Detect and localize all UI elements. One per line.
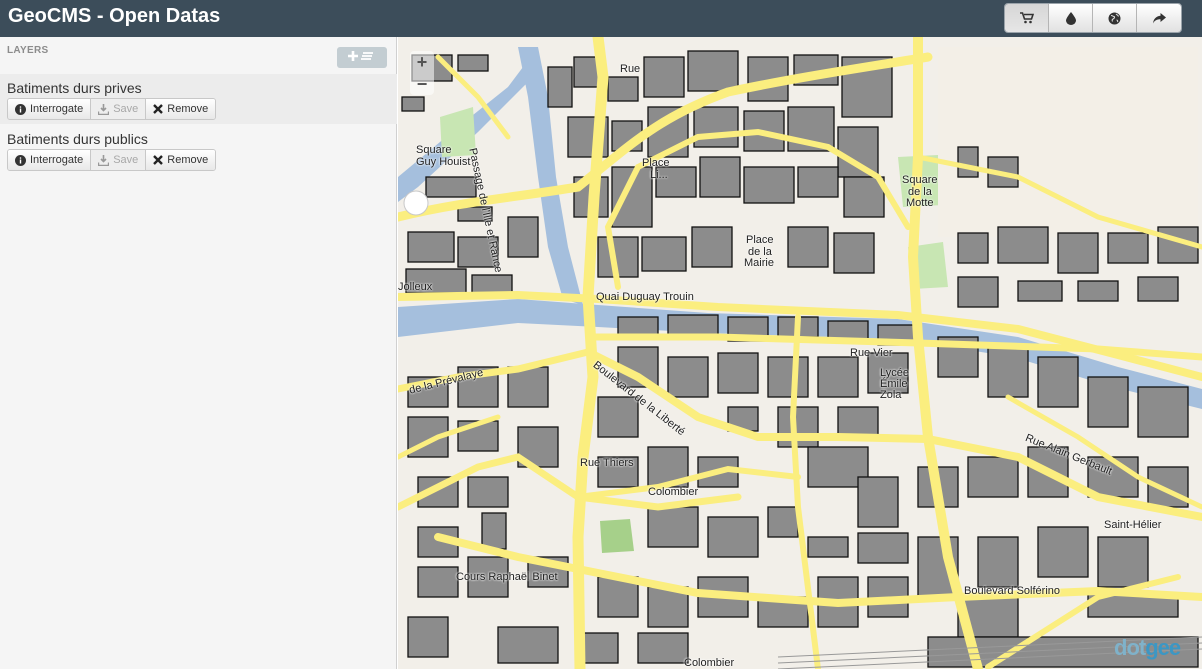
map-label: Rue Vier [850,347,893,359]
open-area [938,47,1198,237]
map-label: Boulevard Solférino [964,585,1061,597]
cart-button[interactable] [1005,4,1049,32]
save-button[interactable]: Save [91,99,147,119]
close-icon [153,155,164,165]
map-label: Rue Thiers [580,457,634,469]
map-label: Square [902,174,938,186]
globe-button[interactable] [1093,4,1137,32]
layer-name: Batiments durs prives [7,80,142,96]
remove-button[interactable]: Remove [146,150,216,170]
interrogate-label: Interrogate [30,103,84,115]
map-label: Zola [880,389,902,401]
map-label: Mairie [744,257,774,269]
info-icon [15,154,26,166]
map-label: Cours Raphaël Binet [456,571,558,583]
park [600,519,634,553]
save-label: Save [113,154,139,166]
map-label: Quai Duguay Trouin [596,291,694,303]
save-button[interactable]: Save [91,150,147,170]
map-label: Place [642,157,670,169]
map-label: Jolleux [398,281,433,293]
remove-label: Remove [167,103,209,115]
map-label: Motte [906,197,934,209]
download-icon [98,154,110,166]
share-icon [1152,12,1166,24]
map-label: Saint-Hélier [1104,519,1162,531]
roundabout [403,190,429,216]
layers-heading: LAYERS [7,45,49,56]
map-label: Place [746,234,774,246]
zoom-in-button[interactable]: + [410,51,434,73]
interrogate-button[interactable]: Interrogate [8,99,92,119]
globe-icon [1108,12,1121,25]
layer-actions: Interrogate Save Remove [7,98,217,120]
layer-actions: Interrogate Save Remove [7,149,217,171]
map-label: Square [416,144,452,156]
drop-icon [1065,11,1076,25]
interrogate-button[interactable]: Interrogate [8,150,92,170]
map-label: Rue [620,63,641,75]
add-layer-button[interactable] [337,47,387,68]
info-icon [15,103,26,115]
top-bar: GeoCMS - Open Datas [0,0,1202,37]
zoom-control: + − [410,51,434,95]
map-label: Colombier [648,486,699,498]
layer-name: Batiments durs publics [7,131,148,147]
cart-icon [1019,12,1034,24]
save-label: Save [113,103,139,115]
dotgee-logo: dotgee [1114,635,1181,660]
add-layer-icon [348,49,376,66]
map-view[interactable]: + − Rue Passage de l'Ille et Rance Squar… [398,37,1202,669]
layer-item[interactable]: Batiments durs prives Interrogate Save R… [0,74,397,124]
layer-item[interactable]: Batiments durs publics Interrogate Save … [0,125,397,175]
remove-label: Remove [167,154,209,166]
zoom-out-button[interactable]: − [410,73,434,95]
interrogate-label: Interrogate [30,154,84,166]
remove-button[interactable]: Remove [146,99,216,119]
toolbar-button-group [1004,3,1182,33]
layers-sidebar: LAYERS Batiments durs prives Interrogate… [0,37,397,669]
app-title: GeoCMS - Open Datas [8,5,221,27]
close-icon [153,104,164,114]
share-button[interactable] [1137,4,1181,32]
download-icon [98,103,110,115]
drop-button[interactable] [1049,4,1093,32]
map-label: Guy Houist [416,156,471,168]
map-label: Colombier [684,657,735,669]
map-label: Li... [650,169,668,181]
